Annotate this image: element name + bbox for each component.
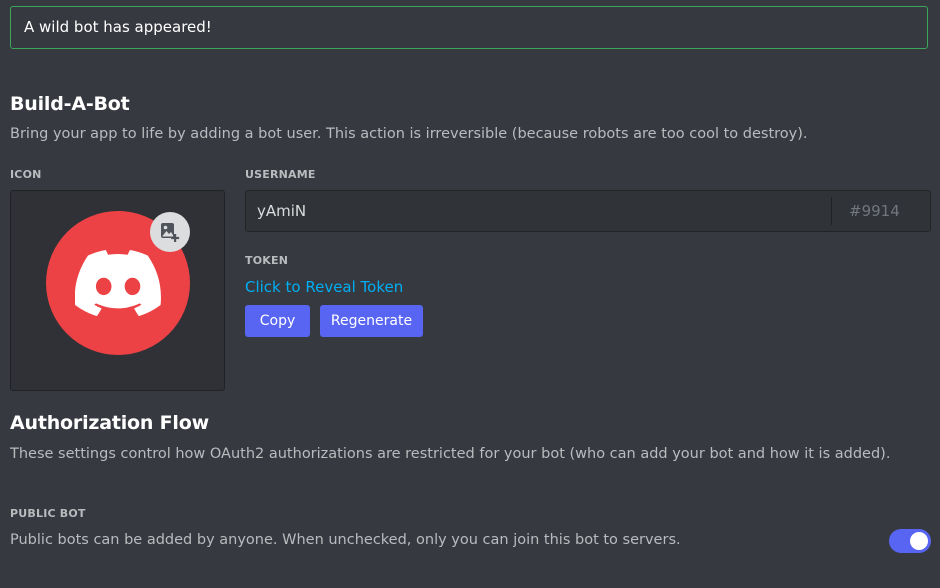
authorization-flow-title: Authorization Flow — [10, 412, 209, 434]
success-alert: A wild bot has appeared! — [10, 6, 928, 49]
build-a-bot-title: Build-A-Bot — [10, 93, 130, 115]
regenerate-button[interactable]: Regenerate — [320, 305, 423, 337]
public-bot-toggle[interactable] — [889, 529, 931, 553]
build-a-bot-description: Bring your app to life by adding a bot u… — [10, 126, 808, 142]
bot-settings-page: A wild bot has appeared! Build-A-Bot Bri… — [0, 0, 940, 588]
public-bot-description: Public bots can be added by anyone. When… — [10, 532, 681, 548]
bot-icon-uploader[interactable] — [10, 190, 225, 391]
icon-label: ICON — [10, 168, 42, 181]
copy-button[interactable]: Copy — [245, 305, 310, 337]
authorization-flow-description: These settings control how OAuth2 author… — [10, 446, 891, 462]
username-field[interactable]: #9914 — [245, 190, 931, 232]
discord-logo-icon — [75, 250, 161, 316]
discriminator: #9914 — [849, 202, 900, 220]
username-label: USERNAME — [245, 168, 316, 181]
alert-text: A wild bot has appeared! — [24, 18, 212, 36]
public-bot-label: PUBLIC BOT — [10, 507, 86, 520]
upload-image-button[interactable] — [150, 212, 190, 252]
username-input[interactable] — [246, 191, 826, 231]
token-label: TOKEN — [245, 254, 289, 267]
image-add-icon — [161, 223, 180, 242]
username-divider — [831, 197, 832, 225]
reveal-token-link[interactable]: Click to Reveal Token — [245, 278, 403, 296]
toggle-knob — [910, 532, 928, 550]
